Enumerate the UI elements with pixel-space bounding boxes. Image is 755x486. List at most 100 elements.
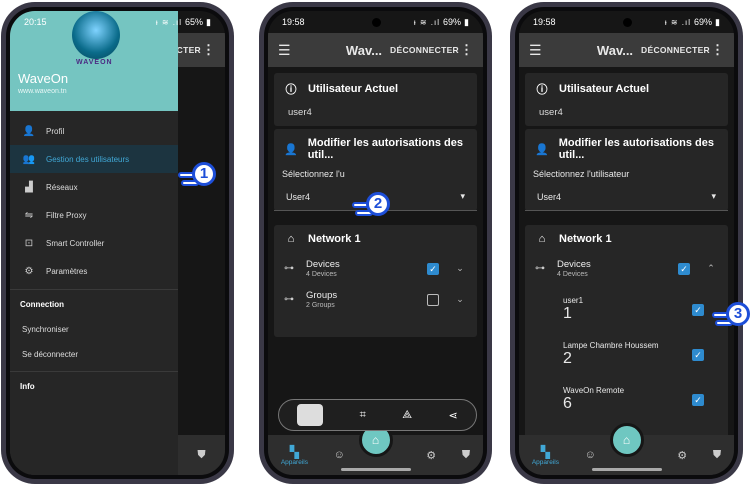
face-icon[interactable]: ☺ bbox=[585, 449, 596, 461]
devices-icon: ▚ bbox=[289, 444, 300, 459]
more-vert-icon[interactable]: ⋮ bbox=[201, 42, 215, 58]
device-checkbox[interactable]: ✓ bbox=[692, 393, 704, 406]
more-vert-icon[interactable]: ⋮ bbox=[710, 42, 724, 58]
sync-link[interactable]: Synchroniser bbox=[10, 317, 178, 342]
pointer-hand-3: 3 bbox=[712, 300, 750, 334]
dropdown-arrow-icon: ▾ bbox=[460, 191, 465, 201]
person-icon: 👤 bbox=[535, 143, 549, 156]
device-id: 1 bbox=[563, 305, 572, 322]
menu-icon[interactable]: ☰ bbox=[529, 42, 549, 59]
device-id: 2 bbox=[563, 350, 572, 367]
card-title: Modifier les autorisations des util... bbox=[558, 137, 714, 161]
devices-checkbox[interactable]: ✓ bbox=[427, 262, 439, 275]
gesture-bar bbox=[340, 468, 411, 471]
gesture-bar bbox=[591, 468, 662, 471]
shield-icon[interactable]: ⛊ bbox=[197, 449, 205, 462]
select-user-label: Sélectionnez l'utilisateur bbox=[533, 169, 630, 179]
home-icon: ⌂ bbox=[538, 233, 546, 245]
step-number: 2 bbox=[366, 192, 390, 216]
camera-hole bbox=[371, 18, 381, 27]
device-item[interactable]: user1 1 ✓ bbox=[525, 284, 728, 329]
user-select-value: User4 bbox=[537, 191, 562, 202]
current-user-card: ⓘ Utilisateur Actuel user4 bbox=[274, 73, 477, 126]
key-icon: ⊶ bbox=[284, 263, 294, 274]
person-icon: 👤 bbox=[284, 143, 298, 156]
devices-checkbox[interactable]: ✓ bbox=[678, 262, 690, 275]
chevron-up-icon[interactable]: ⌃ bbox=[704, 263, 718, 274]
row-title: Devices bbox=[557, 259, 591, 270]
device-checkbox[interactable]: ✓ bbox=[692, 348, 704, 361]
app-title: Wav... bbox=[596, 42, 634, 58]
user-select[interactable]: User4 ▾ bbox=[525, 183, 728, 211]
drawer-item-controller[interactable]: ⊡ Smart Controller bbox=[10, 229, 178, 257]
gear-icon: ⚙ bbox=[24, 265, 34, 277]
more-vert-icon[interactable]: ⋮ bbox=[459, 42, 473, 58]
face-icon[interactable]: ☺ bbox=[334, 449, 345, 461]
nav-appareils[interactable]: ▚ Appareils bbox=[281, 445, 308, 466]
drawer-item-label: Profil bbox=[46, 126, 65, 136]
device-item[interactable]: WaveOn Remote 6 ✓ bbox=[525, 374, 728, 419]
home-icon: ⌂ bbox=[371, 433, 380, 447]
scan-icon[interactable]: ⌗ bbox=[360, 409, 366, 422]
drawer-item-label: Gestion des utilisateurs bbox=[46, 154, 130, 164]
card-title: Utilisateur Actuel bbox=[308, 83, 399, 95]
cogs-icon[interactable]: ⚙ bbox=[677, 449, 687, 462]
nav-appareils[interactable]: ▚ Appareils bbox=[532, 445, 559, 466]
groups-checkbox[interactable] bbox=[427, 293, 439, 306]
current-user-card: ⓘ Utilisateur Actuel user4 bbox=[525, 73, 728, 126]
devices-row[interactable]: ⊶ Devices 4 Devices ✓ ⌃ bbox=[525, 253, 728, 284]
crop-icon[interactable]: ⟁ bbox=[402, 409, 412, 422]
device-item[interactable]: Lampe Chambre Houssem 2 ✓ bbox=[525, 329, 728, 374]
logo-text: WAVEON bbox=[76, 59, 113, 66]
signal-icon: ᵻ ≋ .ıl bbox=[155, 17, 183, 27]
battery-icon: ▮ bbox=[464, 16, 469, 27]
logout-button[interactable]: DÉCONNECTER bbox=[641, 45, 710, 55]
shield-icon[interactable]: ⛊ bbox=[713, 449, 721, 462]
devices-row[interactable]: ⊶ Devices 4 Devices ✓ ⌄ bbox=[274, 253, 477, 284]
device-checkbox[interactable]: ✓ bbox=[692, 303, 704, 316]
device-name: user1 bbox=[563, 296, 584, 305]
chevron-down-icon[interactable]: ⌄ bbox=[453, 263, 467, 274]
home-fab[interactable]: ⌂ bbox=[609, 423, 644, 457]
row-title: Devices bbox=[306, 259, 340, 270]
shield-icon[interactable]: ⛊ bbox=[462, 449, 470, 462]
battery-icon: ▮ bbox=[206, 16, 211, 27]
drawer-item-users[interactable]: 👥 Gestion des utilisateurs bbox=[10, 145, 178, 173]
nav-label: Appareils bbox=[531, 458, 559, 466]
chevron-down-icon[interactable]: ⌄ bbox=[453, 294, 467, 305]
battery-icon: ▮ bbox=[715, 16, 720, 27]
drawer-item-label: Smart Controller bbox=[46, 238, 105, 248]
battery-level: 69% bbox=[694, 17, 713, 27]
drawer-url: www.waveon.tn bbox=[18, 88, 67, 95]
drawer-item-settings[interactable]: ⚙ Paramètres bbox=[10, 257, 178, 285]
user-select-value: User4 bbox=[286, 191, 311, 202]
step-number: 1 bbox=[192, 162, 216, 186]
controller-icon: ⊡ bbox=[24, 237, 34, 249]
logout-button[interactable]: DÉCONNECTER bbox=[390, 45, 459, 55]
groups-row[interactable]: ⊶ Groups 2 Groups ⌄ bbox=[274, 284, 477, 315]
permissions-card: 👤 Modifier les autorisations des util... … bbox=[525, 129, 728, 211]
drawer-item-proxy[interactable]: ⇋ Filtre Proxy bbox=[10, 201, 178, 229]
network-icon: ▟ bbox=[25, 181, 33, 193]
share-icon[interactable]: ⋖ bbox=[449, 409, 458, 422]
card-title: Network 1 bbox=[308, 233, 361, 245]
screenshot-thumbnail[interactable] bbox=[297, 404, 324, 426]
screen-1: 20:15 ᵻ ≋ .ıl 65% ▮ CCTER ⋮ WAVEON WaveOn … bbox=[10, 11, 225, 475]
app-bar: ☰ Wav... DÉCONNECTER ⋮ bbox=[268, 33, 483, 67]
menu-icon[interactable]: ☰ bbox=[278, 42, 298, 59]
row-title: Groups bbox=[306, 290, 338, 301]
status-time: 19:58 bbox=[282, 17, 305, 27]
battery-level: 69% bbox=[443, 17, 462, 27]
step-number: 3 bbox=[726, 302, 750, 326]
proxy-icon: ⇋ bbox=[24, 209, 34, 221]
status-time: 20:15 bbox=[24, 17, 47, 27]
drawer-item-reseaux[interactable]: ▟ Réseaux bbox=[10, 173, 178, 201]
battery-level: 65% bbox=[185, 17, 204, 27]
card-title: Utilisateur Actuel bbox=[559, 83, 650, 95]
logout-link[interactable]: Se déconnecter bbox=[10, 342, 178, 367]
person-icon: 👤 bbox=[22, 125, 36, 137]
nav-label: Appareils bbox=[280, 458, 308, 466]
drawer-item-profil[interactable]: 👤 Profil bbox=[10, 117, 178, 145]
select-user-label: Sélectionnez l'u bbox=[282, 169, 345, 179]
cogs-icon[interactable]: ⚙ bbox=[426, 449, 436, 462]
